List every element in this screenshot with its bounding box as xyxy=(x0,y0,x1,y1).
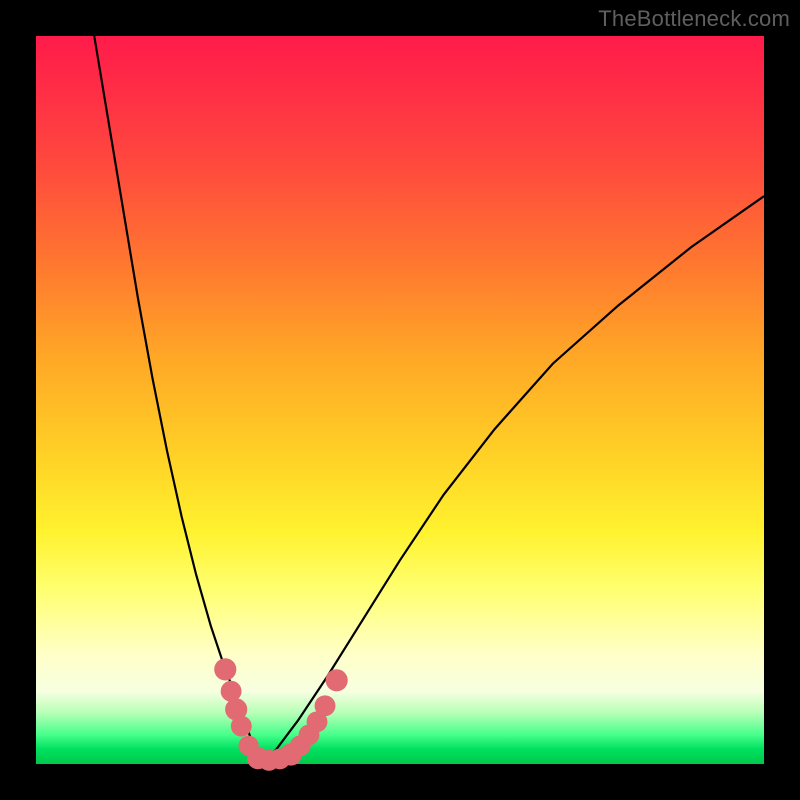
data-point-marker xyxy=(326,669,348,691)
chart-svg xyxy=(36,36,764,764)
data-point-marker xyxy=(214,658,236,680)
bead-group xyxy=(214,658,348,771)
data-point-marker xyxy=(231,716,252,737)
plot-area xyxy=(36,36,764,764)
curve-left-branch xyxy=(94,36,261,764)
curve-group xyxy=(94,36,764,764)
data-point-marker xyxy=(315,695,336,716)
data-point-marker xyxy=(221,681,242,702)
watermark-text: TheBottleneck.com xyxy=(598,6,790,32)
outer-frame: TheBottleneck.com xyxy=(0,0,800,800)
